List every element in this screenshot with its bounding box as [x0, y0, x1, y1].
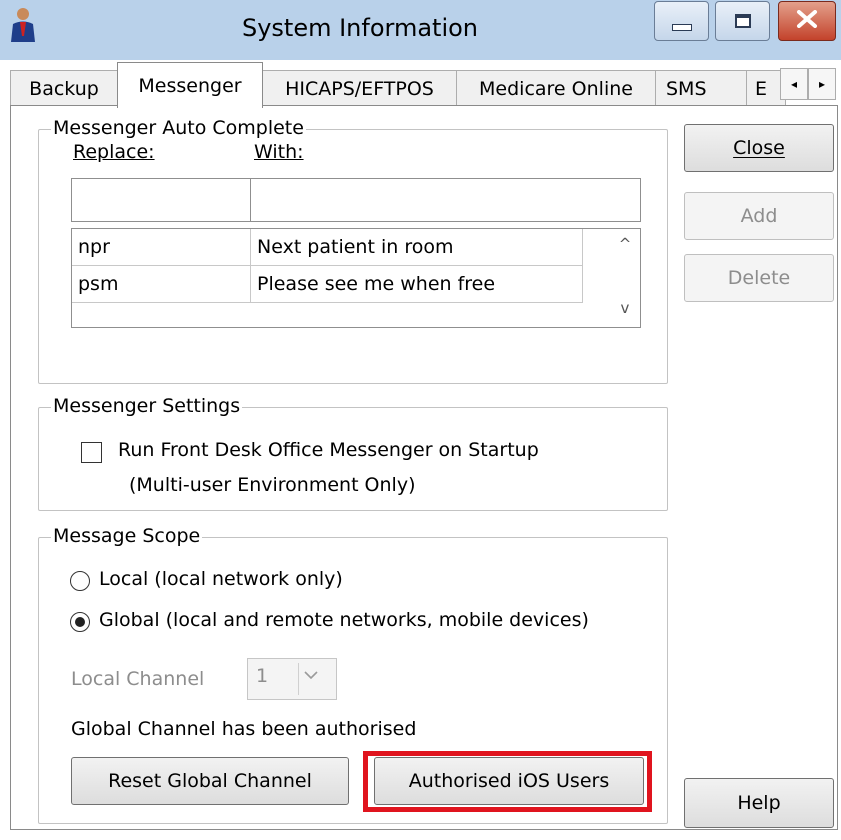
auto-complete-legend: Messenger Auto Complete	[51, 117, 306, 139]
scroll-right-icon: ▸	[818, 77, 826, 91]
table-row[interactable]: npr Next patient in room	[72, 229, 583, 266]
highlight-box	[363, 751, 652, 812]
table-row[interactable]: psm Please see me when free	[72, 266, 583, 303]
help-button[interactable]: Help	[684, 778, 834, 828]
help-button-label: Help	[737, 792, 781, 814]
window-close-button[interactable]	[778, 1, 836, 41]
startup-note: (Multi-user Environment Only)	[129, 474, 416, 496]
close-icon	[796, 9, 818, 33]
with-cell: Next patient in room	[251, 229, 583, 266]
with-header: With:	[254, 141, 304, 163]
delete-button[interactable]: Delete	[684, 254, 834, 302]
local-radio[interactable]	[70, 571, 90, 591]
system-information-window: System Information Backup Messenger HICA…	[0, 0, 841, 840]
add-button[interactable]: Add	[684, 192, 834, 240]
tab-sms[interactable]: SMS	[655, 70, 747, 106]
tab-medicare-online[interactable]: Medicare Online	[456, 70, 656, 106]
local-radio-label: Local (local network only)	[99, 568, 343, 590]
maximize-button[interactable]	[715, 1, 770, 41]
with-input[interactable]	[250, 178, 641, 222]
tab-messenger[interactable]: Messenger	[117, 62, 263, 108]
global-status-text: Global Channel has been authorised	[71, 718, 417, 740]
reset-global-channel-button[interactable]: Reset Global Channel	[71, 757, 349, 805]
local-channel-value: 1	[256, 665, 269, 687]
local-channel-select[interactable]: 1	[247, 658, 337, 700]
global-radio-label: Global (local and remote networks, mobil…	[99, 609, 589, 631]
add-button-label: Add	[740, 205, 778, 227]
list-scrollbar[interactable]: ^ v	[610, 229, 640, 327]
title-bar[interactable]: System Information	[0, 0, 841, 60]
replace-input[interactable]	[71, 178, 251, 222]
radio-selected-dot	[75, 617, 85, 627]
maximize-icon	[734, 14, 751, 28]
tab-scroll-left[interactable]: ◂	[780, 68, 808, 100]
messenger-settings-legend: Messenger Settings	[51, 395, 243, 417]
close-button[interactable]: Close	[684, 124, 834, 172]
replace-cell: npr	[72, 229, 251, 266]
local-channel-label: Local Channel	[71, 668, 205, 690]
startup-checkbox[interactable]	[81, 442, 102, 463]
global-radio[interactable]	[70, 612, 90, 632]
close-button-label: Close	[733, 137, 785, 159]
messenger-settings-group: Messenger Settings Run Front Desk Office…	[38, 395, 668, 511]
tab-hicaps-eftpos[interactable]: HICAPS/EFTPOS	[262, 70, 457, 106]
tab-scroll-right[interactable]: ▸	[808, 68, 836, 100]
startup-label: Run Front Desk Office Messenger on Start…	[118, 439, 539, 461]
tab-backup[interactable]: Backup	[10, 70, 118, 106]
auto-complete-group: Messenger Auto Complete Replace: With: n…	[38, 117, 668, 384]
auto-complete-list[interactable]: npr Next patient in room psm Please see …	[71, 228, 641, 328]
minimize-icon	[671, 23, 692, 31]
minimize-button[interactable]	[654, 1, 709, 41]
chevron-down-icon	[304, 668, 318, 684]
combo-separator	[298, 663, 299, 695]
scroll-left-icon: ◂	[790, 77, 798, 91]
scroll-down-icon[interactable]: v	[610, 299, 640, 325]
with-cell: Please see me when free	[251, 266, 583, 303]
scroll-up-icon[interactable]: ^	[610, 235, 640, 261]
message-scope-legend: Message Scope	[51, 525, 203, 547]
delete-button-label: Delete	[727, 267, 791, 289]
tab-strip: Backup Messenger HICAPS/EFTPOS Medicare …	[10, 62, 838, 108]
window-title: System Information	[241, 14, 479, 42]
replace-header: Replace:	[73, 141, 155, 163]
messenger-tab-page: Messenger Auto Complete Replace: With: n…	[10, 105, 838, 830]
replace-cell: psm	[72, 266, 251, 303]
